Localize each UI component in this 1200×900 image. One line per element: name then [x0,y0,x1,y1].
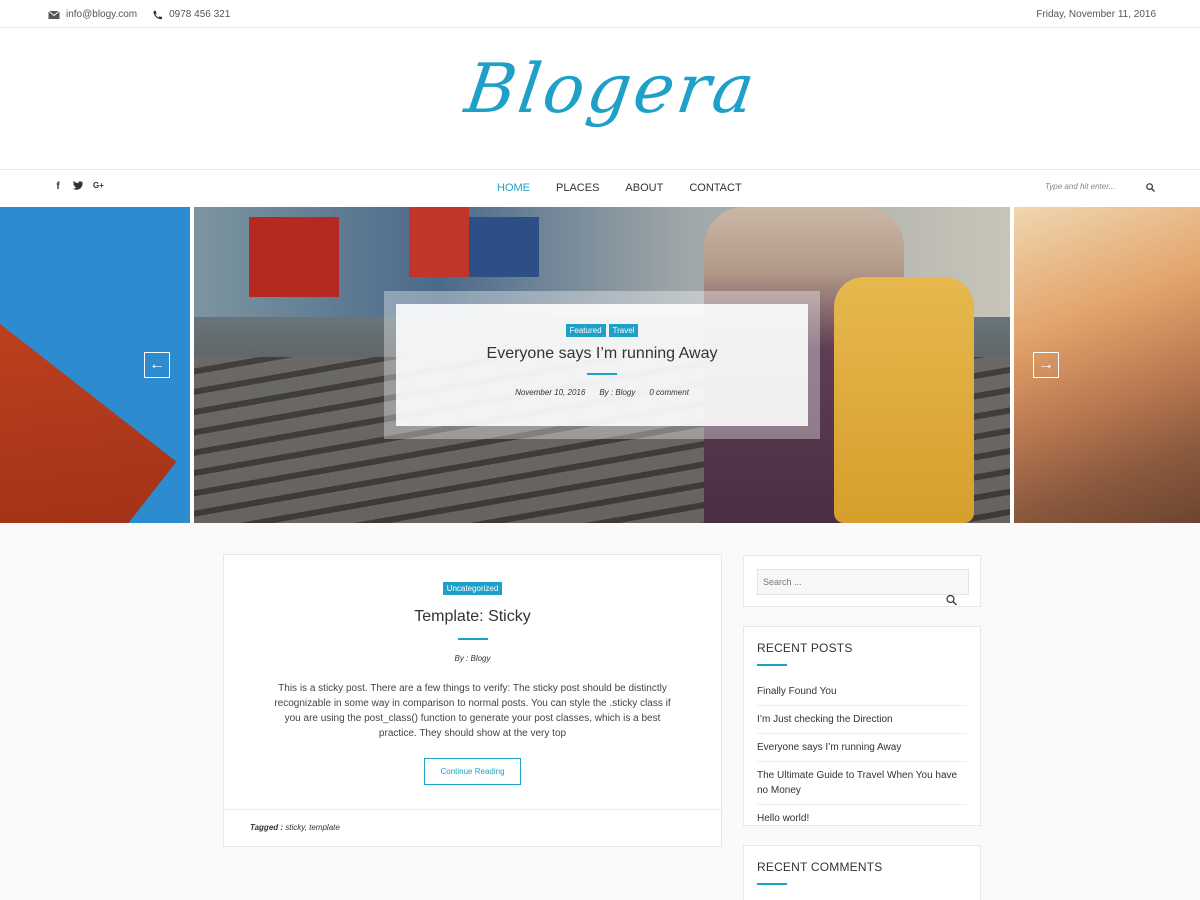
phone-text: 0978 456 321 [169,9,231,20]
recent-posts-list: Finally Found You I’m Just checking the … [757,678,967,832]
post-excerpt: This is a sticky post. There are a few t… [274,683,671,739]
recent-post-link[interactable]: Everyone says I’m running Away [757,734,967,762]
phone-item[interactable]: 0978 456 321 [151,9,230,20]
slide-tags: Featured Travel [396,324,808,337]
hero-slider: ← → Featured Travel Everyone says I’m ru… [0,207,1200,523]
contact-info: info@blogy.com 0978 456 321 [48,9,244,20]
arrow-left-icon: ← [149,356,165,373]
search-icon[interactable] [1146,183,1155,192]
continue-reading-button[interactable]: Continue Reading [424,758,521,785]
recent-post-link[interactable]: I’m Just checking the Direction [757,706,967,734]
search-icon[interactable] [946,574,957,626]
nav-contact[interactable]: CONTACT [689,182,741,194]
tag-featured[interactable]: Featured [565,324,606,337]
email-text: info@blogy.com [66,9,138,20]
slide-title[interactable]: Everyone says I’m running Away [396,345,808,363]
arrow-right-icon: → [1038,356,1054,373]
widget-divider [757,664,787,666]
nav-places[interactable]: PLACES [556,182,599,194]
header: Blogera [0,28,1200,170]
social-links: f G+ [53,180,104,193]
facebook-icon[interactable]: f [53,181,63,193]
title-divider [587,373,617,375]
slide-comments[interactable]: 0 comment [649,388,689,397]
google-plus-icon[interactable]: G+ [93,181,104,193]
nav-about[interactable]: ABOUT [625,182,663,194]
phone-icon [153,10,163,19]
twitter-icon[interactable] [73,180,83,193]
top-bar: info@blogy.com 0978 456 321 Friday, Nove… [0,0,1200,28]
email-item[interactable]: info@blogy.com [48,9,137,20]
recent-posts-title: RECENT POSTS [757,641,853,655]
recent-post-link[interactable]: Hello world! [757,805,967,832]
slider-next-button[interactable]: → [1033,352,1059,378]
slide-date[interactable]: November 10, 2016 [515,388,585,397]
slider-prev-button[interactable]: ← [144,352,170,378]
slide-meta: November 10, 2016 By : Blogy 0 comment [396,388,808,397]
nav-menu: HOME PLACES ABOUT CONTACT [484,182,755,194]
current-date: Friday, November 11, 2016 [1036,9,1156,20]
tagged-label: Tagged : [250,823,284,832]
sidebar-search-input[interactable]: Search ... [757,569,969,595]
tag-travel[interactable]: Travel [608,324,639,337]
slide-caption: Featured Travel Everyone says I’m runnin… [396,304,808,426]
envelope-icon [48,10,60,19]
post-tags[interactable]: sticky, template [285,823,340,832]
post-category[interactable]: Uncategorized [442,582,503,595]
recent-comments-title: RECENT COMMENTS [757,860,883,874]
recent-posts-widget: RECENT POSTS Finally Found You I’m Just … [743,626,981,826]
site-logo[interactable]: Blogera [460,50,762,129]
post-card: Uncategorized Template: Sticky By : Blog… [223,554,722,847]
nav-home[interactable]: HOME [497,182,530,194]
post-title[interactable]: Template: Sticky [224,608,721,626]
recent-post-link[interactable]: Finally Found You [757,678,967,706]
slide-author[interactable]: By : Blogy [599,388,635,397]
widget-divider [757,883,787,885]
recent-comments-widget: RECENT COMMENTS [743,845,981,900]
post-author[interactable]: By : Blogy [224,654,721,663]
recent-post-link[interactable]: The Ultimate Guide to Travel When You ha… [757,762,967,805]
post-footer: Tagged : sticky, template [224,809,721,847]
main-nav: f G+ HOME PLACES ABOUT CONTACT Type and … [0,171,1200,207]
nav-search-input[interactable]: Type and hit enter... [1045,182,1115,191]
title-divider [457,638,488,640]
